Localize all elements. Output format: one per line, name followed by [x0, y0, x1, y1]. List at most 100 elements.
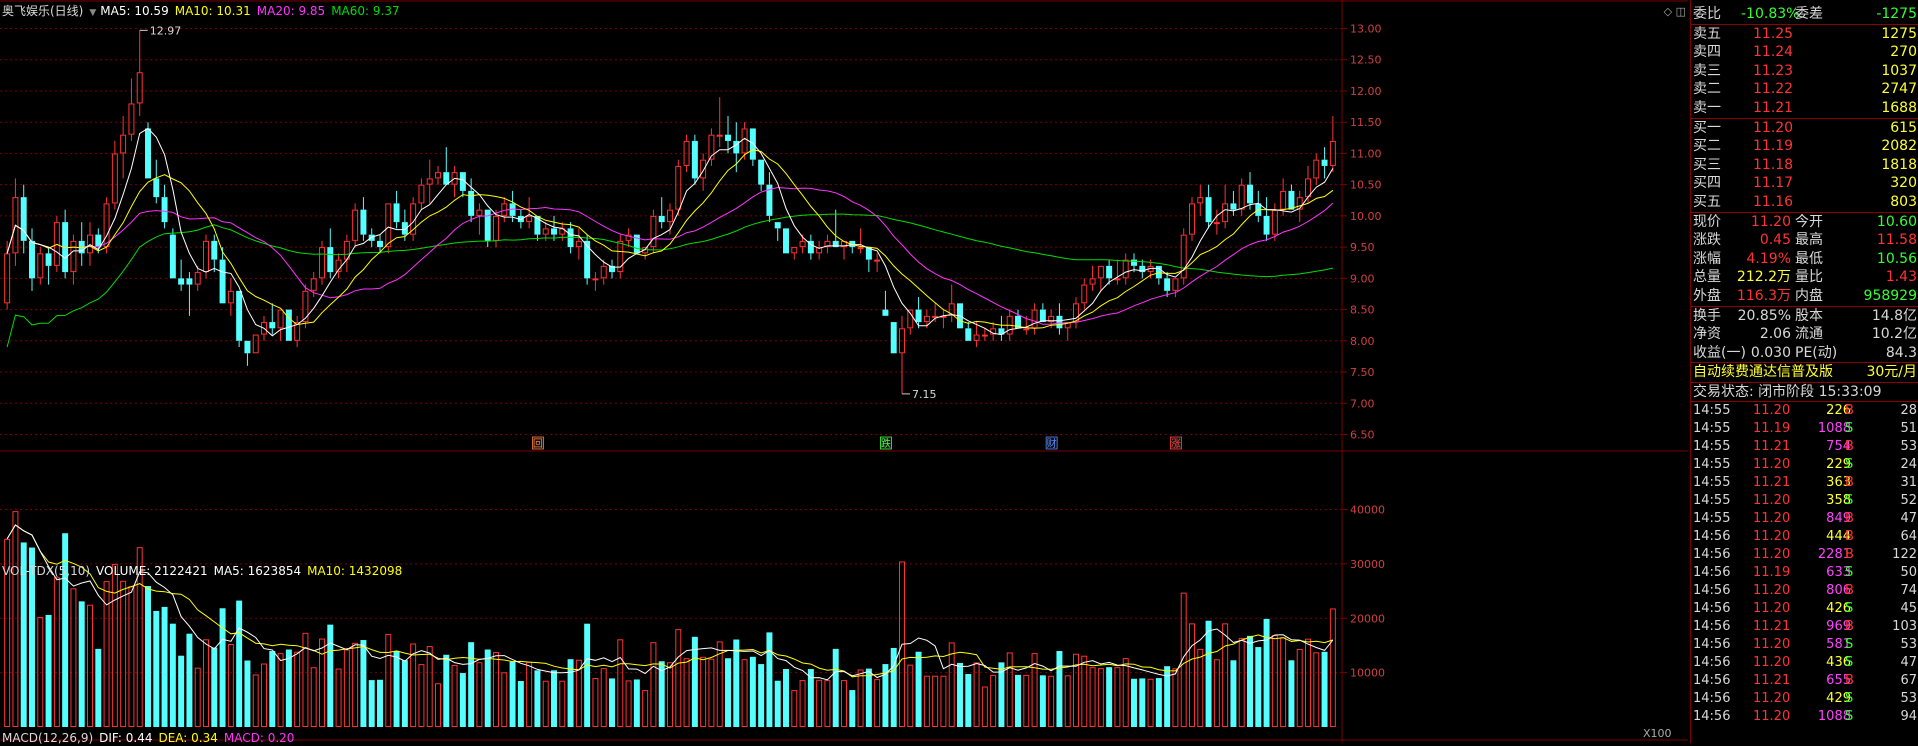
candle-body[interactable] — [103, 203, 110, 248]
volume-bar[interactable] — [459, 673, 466, 727]
candle-body[interactable] — [493, 215, 499, 241]
volume-bar[interactable] — [642, 690, 649, 727]
candle-body[interactable] — [1189, 203, 1195, 235]
tick-row[interactable]: 14:55 11.19 1088 S 51 — [1691, 420, 1918, 438]
event-marker[interactable]: 跌 — [881, 437, 891, 450]
candle-body[interactable] — [211, 240, 218, 260]
volume-bar[interactable] — [418, 664, 425, 728]
volume-bar[interactable] — [261, 663, 267, 727]
candle-body[interactable] — [700, 159, 707, 179]
volume-bar[interactable] — [1280, 637, 1287, 727]
candle-body[interactable] — [70, 240, 77, 273]
buy-level-row[interactable]: 买三 11.18 1818 — [1691, 156, 1918, 175]
candle-body[interactable] — [758, 159, 765, 185]
volume-bar[interactable] — [335, 668, 342, 727]
volume-bar[interactable] — [1006, 652, 1013, 728]
candle-body[interactable] — [145, 128, 151, 179]
candle-body[interactable] — [882, 309, 889, 316]
volume-bar[interactable] — [153, 610, 160, 727]
volume-bar[interactable] — [907, 664, 914, 727]
candle-body[interactable] — [857, 247, 864, 250]
tick-row[interactable]: 14:56 11.20 806 B 74 — [1691, 582, 1918, 600]
candle-body[interactable] — [1131, 259, 1137, 266]
volume-bar[interactable] — [178, 655, 185, 727]
volume-bar[interactable] — [377, 679, 383, 727]
volume-bar[interactable] — [824, 680, 831, 727]
volume-bar[interactable] — [774, 680, 781, 727]
candle-body[interactable] — [725, 134, 731, 141]
candle-body[interactable] — [1039, 309, 1046, 323]
volume-bar[interactable] — [203, 639, 209, 727]
volume-bar[interactable] — [435, 683, 441, 727]
volume-bar[interactable] — [633, 679, 640, 727]
candle-body[interactable] — [1263, 215, 1270, 235]
legend-dropdown-icon[interactable]: ▼ — [89, 8, 96, 18]
ad-text[interactable]: 自动续费通达信普及版 — [1693, 363, 1833, 382]
candle-body[interactable] — [658, 215, 665, 223]
volume-bar[interactable] — [385, 633, 392, 727]
candle-body[interactable] — [575, 240, 582, 248]
volume-bar[interactable] — [1089, 667, 1096, 727]
volume-bar[interactable] — [1155, 678, 1162, 727]
volume-bar[interactable] — [1139, 678, 1146, 727]
candle-body[interactable] — [435, 172, 441, 179]
tick-row[interactable]: 14:55 11.21 363 B 31 — [1691, 474, 1918, 492]
tick-row[interactable]: 14:56 11.20 444 B 64 — [1691, 528, 1918, 546]
volume-bar[interactable] — [294, 651, 301, 728]
candle-body[interactable] — [1238, 184, 1245, 210]
volume-bar[interactable] — [1238, 637, 1245, 727]
candle-body[interactable] — [277, 309, 284, 329]
candle-body[interactable] — [285, 309, 292, 341]
volume-bar[interactable] — [509, 661, 516, 727]
volume-bar[interactable] — [1329, 608, 1336, 727]
volume-bar[interactable] — [1064, 675, 1071, 727]
candle-body[interactable] — [1097, 265, 1104, 279]
volume-bar[interactable] — [1263, 618, 1270, 727]
volume-bar[interactable] — [799, 680, 806, 727]
candle-body[interactable] — [136, 72, 143, 104]
volume-bar[interactable] — [1147, 678, 1154, 727]
volume-bar[interactable] — [53, 577, 60, 728]
candle-body[interactable] — [169, 234, 176, 279]
candle-body[interactable] — [542, 228, 549, 235]
volume-bar[interactable] — [211, 647, 218, 727]
volume-bar[interactable] — [484, 649, 491, 727]
candle-body[interactable] — [1164, 278, 1171, 291]
candle-body[interactable] — [302, 290, 309, 323]
volume-bar[interactable] — [915, 651, 922, 727]
volume-bar[interactable] — [111, 563, 118, 727]
volume-bar[interactable] — [841, 680, 847, 727]
sell-level-row[interactable]: 卖四 11.24 270 — [1691, 43, 1918, 62]
volume-bar[interactable] — [227, 643, 234, 727]
volume-bar[interactable] — [957, 662, 963, 727]
candle-body[interactable] — [327, 247, 334, 273]
volume-bar[interactable] — [691, 636, 698, 727]
volume-bar[interactable] — [1015, 674, 1021, 727]
volume-bar[interactable] — [78, 601, 85, 727]
volume-bar[interactable] — [625, 680, 632, 727]
volume-bar[interactable] — [1313, 652, 1320, 727]
volume-bar[interactable] — [501, 672, 508, 728]
candle-body[interactable] — [1213, 222, 1220, 225]
volume-bar[interactable] — [128, 586, 135, 728]
candle-body[interactable] — [741, 128, 748, 154]
candle-body[interactable] — [319, 247, 325, 279]
volume-bar[interactable] — [1255, 647, 1262, 727]
volume-bar[interactable] — [874, 679, 881, 728]
volume-bar[interactable] — [559, 680, 566, 728]
volume-bar[interactable] — [145, 586, 151, 727]
volume-bar[interactable] — [236, 600, 243, 727]
volume-bar[interactable] — [749, 656, 756, 727]
volume-bar[interactable] — [360, 640, 367, 727]
volume-bar[interactable] — [1247, 635, 1253, 727]
candle-body[interactable] — [468, 190, 475, 216]
tick-row[interactable]: 14:55 11.20 358 S 52 — [1691, 492, 1918, 510]
candle-body[interactable] — [128, 103, 135, 135]
candle-body[interactable] — [161, 197, 168, 223]
volume-bar[interactable] — [965, 673, 972, 727]
volume-bar[interactable] — [1081, 655, 1088, 727]
candle-body[interactable] — [227, 290, 234, 304]
buy-level-row[interactable]: 买二 11.19 2082 — [1691, 137, 1918, 156]
candle-body[interactable] — [1222, 203, 1229, 223]
candle-body[interactable] — [476, 209, 483, 216]
